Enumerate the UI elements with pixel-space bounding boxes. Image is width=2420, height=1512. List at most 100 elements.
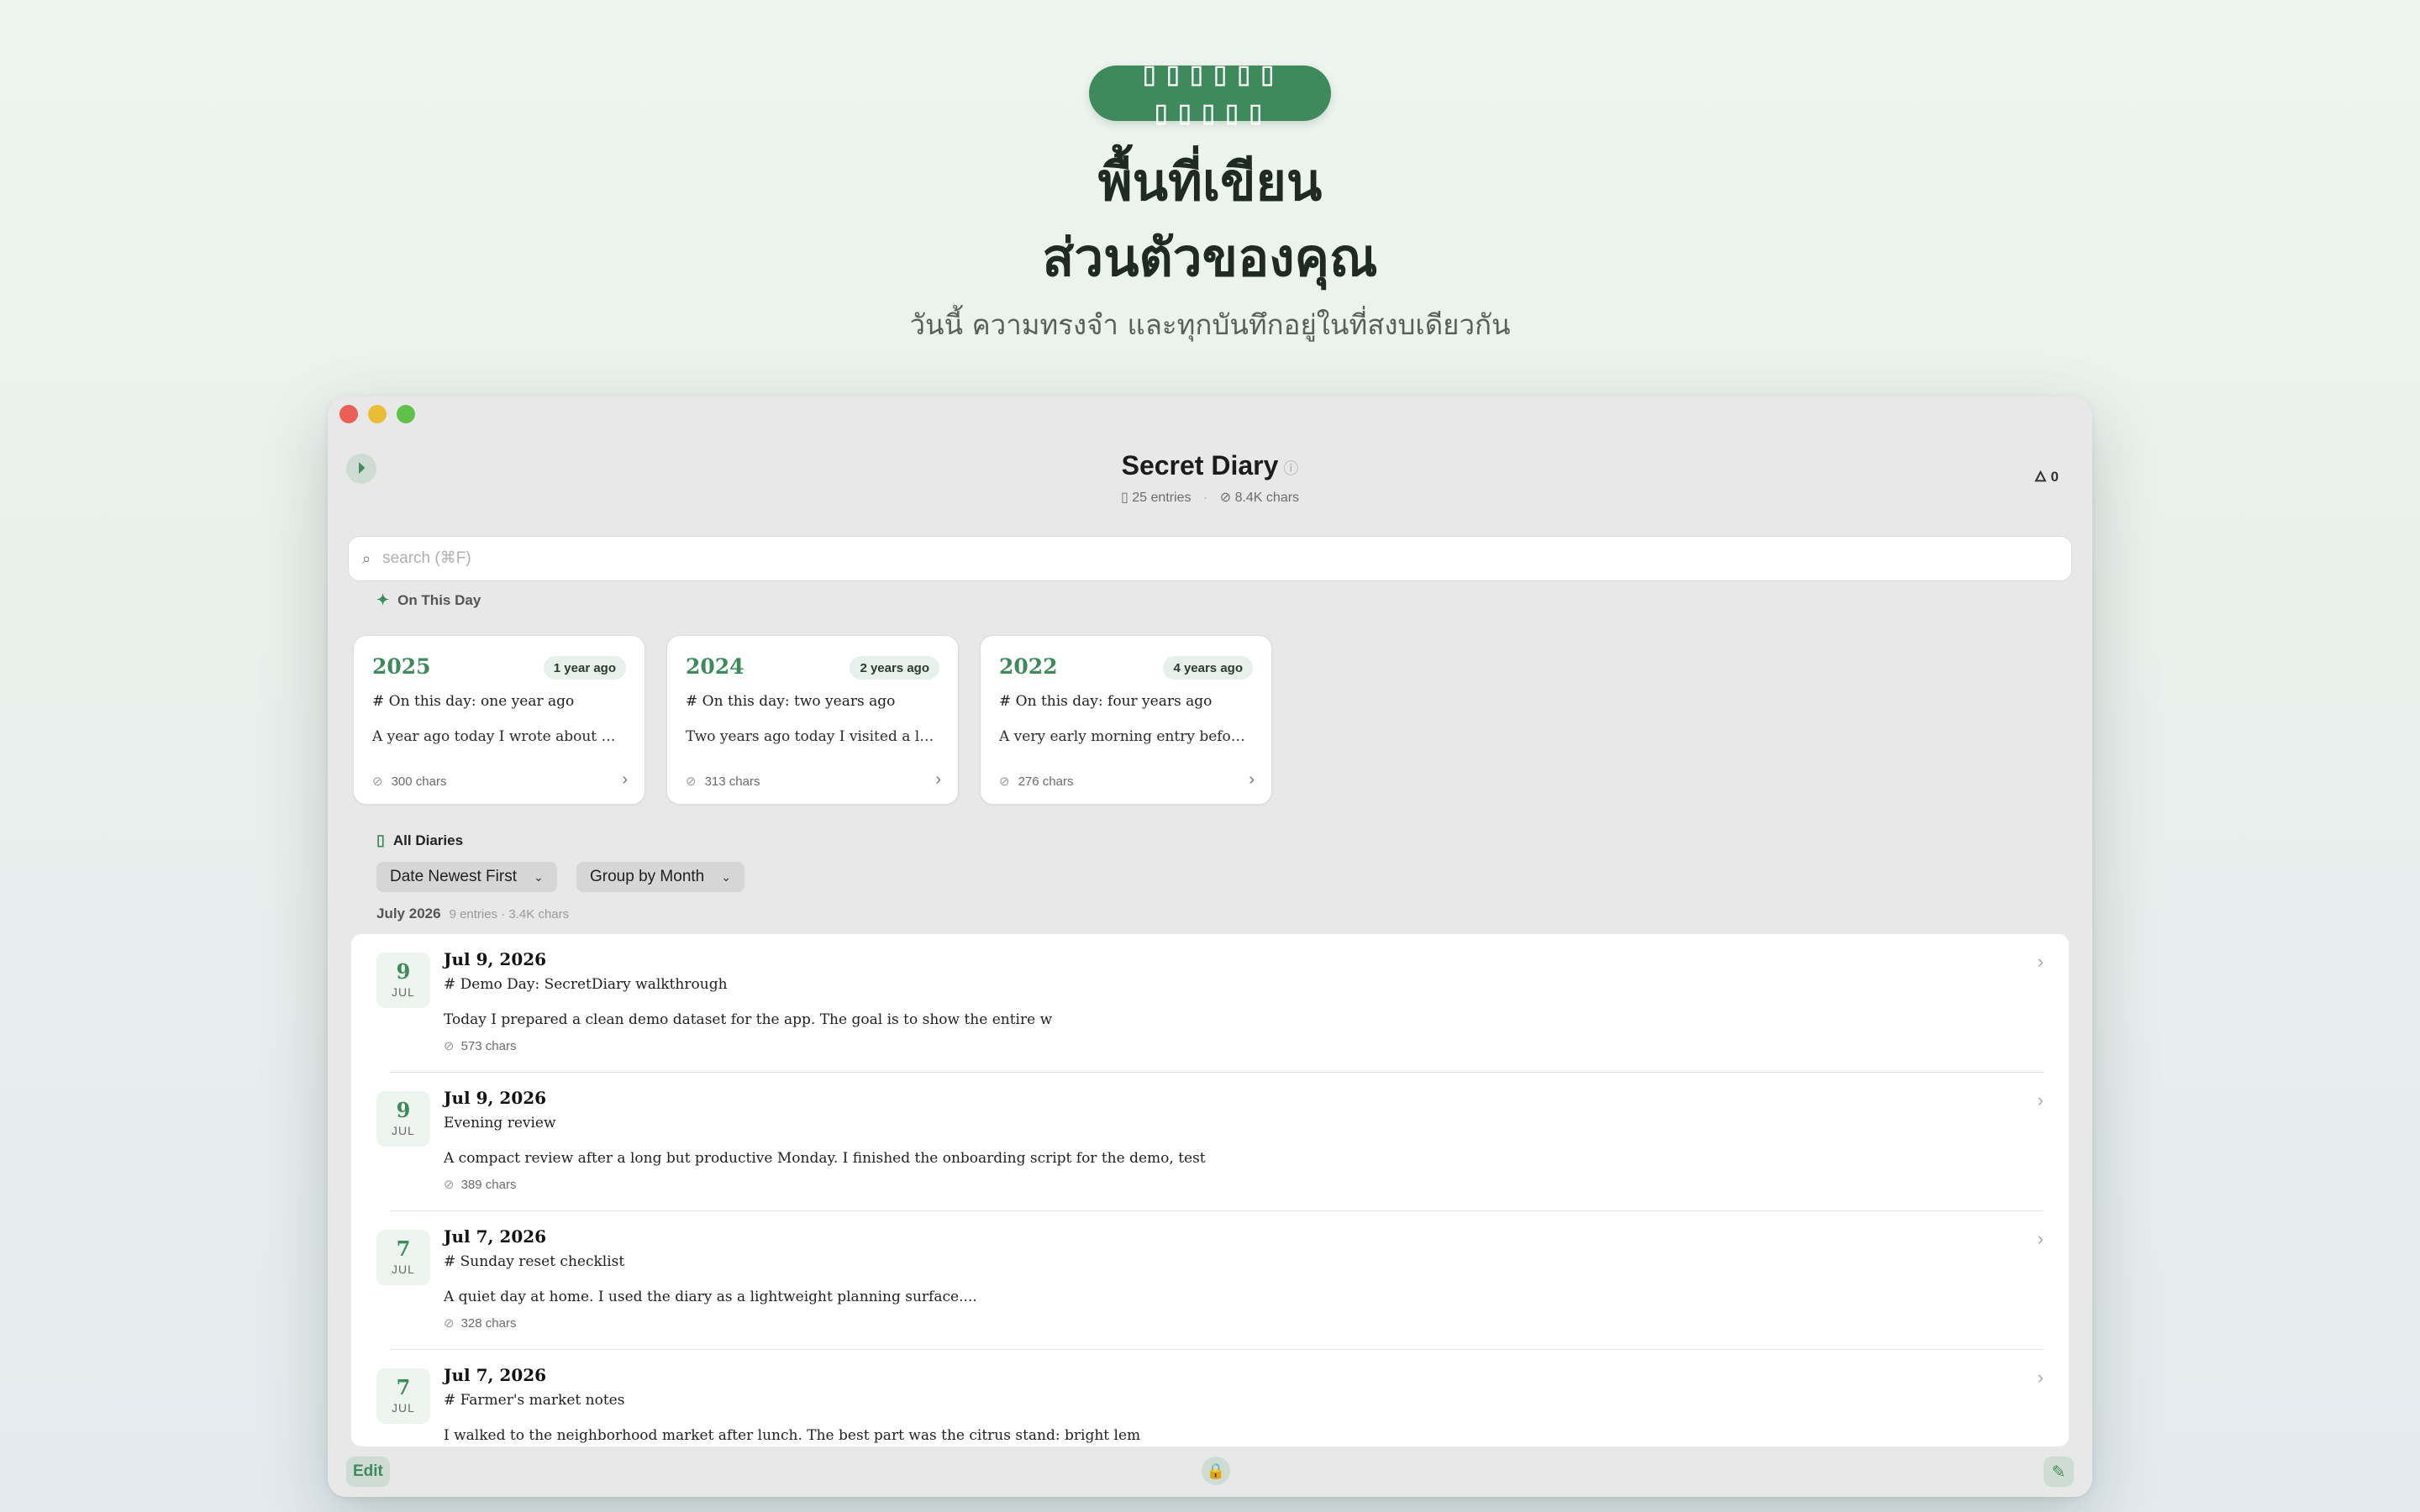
chars-icon: ⊘ (999, 774, 1010, 789)
card-chars-text: 300 chars (391, 774, 447, 789)
lock-icon: 🔒 (1206, 1462, 1226, 1479)
chevron-right-icon: › (2037, 951, 2044, 972)
streak-counter[interactable]: 🜂 0 (2034, 460, 2059, 490)
chars-icon: ⊘ (686, 774, 697, 789)
search-bar[interactable]: ⌕ (348, 536, 2072, 581)
group-select-value: Group by Month (590, 868, 705, 885)
new-entry-button[interactable]: ✎ (2044, 1457, 2074, 1487)
date-badge-month: JUL (392, 1124, 415, 1137)
all-diaries-header: ▯ All Diaries (376, 832, 463, 849)
entry-excerpt: Today I prepared a clean demo dataset fo… (444, 1011, 1053, 1028)
info-icon[interactable]: ⓘ (1283, 460, 1298, 477)
date-badge-day: 9 (396, 959, 411, 984)
entry-chars: ⊘ 328 chars (444, 1315, 516, 1331)
close-window-button[interactable] (339, 405, 358, 423)
on-this-day-label: On This Day (397, 591, 481, 608)
chevron-right-icon: › (935, 770, 941, 789)
entry-date: Jul 9, 2026 (444, 949, 547, 969)
card-ago-badge: 4 years ago (1163, 656, 1253, 680)
entry-chars-text: 389 chars (460, 1178, 517, 1192)
entry-chars-text: 328 chars (460, 1316, 517, 1331)
card-excerpt: A year ago today I wrote about making no… (372, 728, 624, 745)
on-this-day-card[interactable]: 2024 2 years ago # On this day: two year… (666, 635, 959, 805)
card-chars: ⊘ 300 chars (372, 774, 446, 789)
chars-icon: ⊘ (444, 1039, 455, 1053)
sparkle-icon: ✦ (376, 591, 390, 608)
card-chars-text: 276 chars (1018, 774, 1074, 789)
date-badge-day: 7 (396, 1236, 411, 1261)
entries-list: 9 JUL Jul 9, 2026 # Demo Day: SecretDiar… (351, 934, 2069, 1446)
entry-title: # Demo Day: SecretDiary walkthrough (444, 976, 728, 993)
list-item[interactable]: 7 JUL Jul 7, 2026 # Sunday reset checkli… (351, 1211, 2069, 1350)
chevron-right-icon: › (2037, 1367, 2044, 1388)
date-badge-day: 7 (396, 1375, 411, 1399)
chevron-down-icon: ⌄ (721, 869, 731, 884)
chevron-right-icon: › (622, 770, 628, 789)
month-meta: 9 entries · 3.4K chars (449, 907, 570, 921)
chars-icon: ⊘ (444, 1178, 455, 1192)
entry-title: # Farmer's market notes (444, 1392, 625, 1409)
list-item[interactable]: 7 JUL Jul 7, 2026 # Farmer's market note… (351, 1350, 2069, 1446)
chars-icon: ⊘ (444, 1316, 455, 1331)
entry-chars-text: 573 chars (460, 1039, 517, 1053)
minimize-window-button[interactable] (368, 405, 387, 423)
diary-stats: ▯ 25 entries · ⊘ 8.4K chars (328, 489, 2092, 506)
chars-icon: ⊘ (372, 774, 383, 789)
lock-button[interactable]: 🔒 (1202, 1457, 1230, 1485)
chevron-right-icon: › (2037, 1089, 2044, 1110)
card-year: 2025 (372, 654, 431, 679)
card-chars: ⊘ 276 chars (999, 774, 1073, 789)
date-badge: 7 JUL (376, 1368, 430, 1424)
book-icon: ▯ (1120, 491, 1128, 505)
entry-title: # Sunday reset checklist (444, 1253, 625, 1270)
entries-count: 25 entries (1132, 491, 1192, 505)
card-chars-text: 313 chars (704, 774, 760, 789)
date-badge: 9 JUL (376, 953, 430, 1008)
entry-date: Jul 7, 2026 (444, 1365, 547, 1385)
search-input[interactable] (382, 549, 2071, 568)
card-year: 2024 (686, 654, 744, 679)
chars-count: 8.4K chars (1234, 491, 1300, 505)
entry-date: Jul 7, 2026 (444, 1226, 547, 1247)
entry-excerpt: A quiet day at home. I used the diary as… (444, 1289, 977, 1305)
zoom-window-button[interactable] (397, 405, 415, 423)
bottom-toolbar: Edit 🔒 ✎ (328, 1446, 2092, 1497)
date-badge-month: JUL (392, 985, 415, 999)
all-diaries-label: All Diaries (392, 832, 464, 848)
chars-icon: ⊘ (1219, 491, 1232, 505)
month-group-header: July 2026 9 entries · 3.4K chars (376, 906, 569, 922)
search-icon: ⌕ (362, 549, 371, 567)
on-this-day-card[interactable]: 2022 4 years ago # On this day: four yea… (980, 635, 1272, 805)
compose-icon: ✎ (2051, 1462, 2066, 1482)
entry-excerpt: I walked to the neighborhood market afte… (444, 1427, 1141, 1444)
card-ago-badge: 2 years ago (850, 656, 939, 680)
sort-select[interactable]: Date Newest First ⌄ (376, 862, 557, 892)
book-icon: ▯ (376, 832, 385, 848)
on-this-day-card[interactable]: 2025 1 year ago # On this day: one year … (353, 635, 645, 805)
on-this-day-header: ✦ On This Day (376, 591, 481, 609)
entry-chars: ⊘ 389 chars (444, 1177, 516, 1192)
list-item[interactable]: 9 JUL Jul 9, 2026 # Demo Day: SecretDiar… (351, 934, 2069, 1073)
chevron-down-icon: ⌄ (533, 869, 544, 884)
date-badge-day: 9 (396, 1098, 411, 1122)
card-heading: # On this day: four years ago (999, 693, 1213, 710)
card-chars: ⊘ 313 chars (686, 774, 760, 789)
app-window: ⏵ Secret Diary ⓘ ▯ 25 entries · ⊘ 8.4K ch… (328, 396, 2092, 1497)
hero-title-line1: พื้นที่เขียน (1097, 151, 1323, 213)
group-select[interactable]: Group by Month ⌄ (576, 862, 744, 892)
list-item[interactable]: 9 JUL Jul 9, 2026 Evening review A compa… (351, 1073, 2069, 1211)
date-badge: 9 JUL (376, 1091, 430, 1147)
entry-excerpt: A compact review after a long but produc… (444, 1150, 1206, 1167)
month-label: July 2026 (376, 906, 441, 921)
card-ago-badge: 1 year ago (543, 656, 626, 680)
hero-title-line2: ส่วนตัวของคุณ (1042, 227, 1378, 288)
card-heading: # On this day: two years ago (686, 693, 896, 710)
hero-pill-badge: ▯▯▯▯▯▯ ▯▯▯▯▯ (1089, 55, 1331, 132)
streak-value: 0 (2050, 469, 2059, 485)
edit-button[interactable]: Edit (346, 1457, 390, 1487)
date-badge-month: JUL (392, 1401, 415, 1415)
card-excerpt: A very early morning entry before a trip… (999, 728, 1251, 745)
entry-chars: ⊘ 573 chars (444, 1038, 516, 1053)
date-badge-month: JUL (392, 1263, 415, 1276)
card-excerpt: Two years ago today I visited a library … (686, 728, 938, 745)
